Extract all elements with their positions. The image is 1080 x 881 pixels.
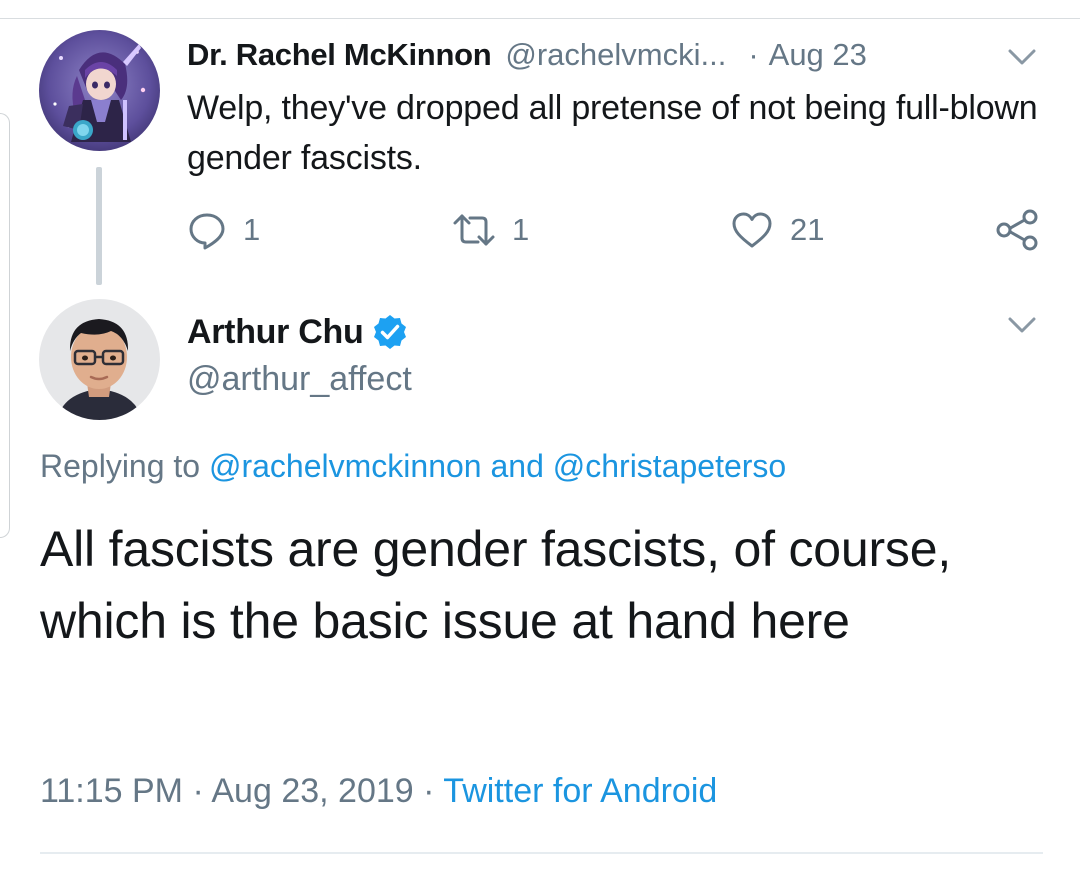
reply-tweet-text: All fascists are gender fascists, of cou… [40, 521, 952, 649]
tweet-metadata: 11:15 PM · Aug 23, 2019 · Twitter for An… [40, 767, 717, 815]
meta-separator: · [192, 772, 204, 810]
reply-tweet-handle[interactable]: @arthur_affect [187, 356, 412, 402]
parent-tweet-text: Welp, they've dropped all pretense of no… [187, 89, 1038, 177]
share-button[interactable] [994, 205, 1040, 255]
reply-tweet-display-name[interactable]: Arthur Chu [187, 313, 364, 352]
retweet-count: 1 [512, 212, 530, 247]
replying-to-prefix: Replying to [40, 448, 201, 484]
reply-icon [189, 213, 225, 250]
tweet-source-link[interactable]: Twitter for Android [443, 772, 717, 810]
share-icon [996, 209, 1038, 251]
reply-count: 1 [243, 212, 261, 247]
chevron-down-icon [1008, 317, 1036, 333]
parent-tweet-separator: · [748, 37, 759, 72]
person-photo-avatar-icon [39, 299, 160, 420]
replying-to-user-link[interactable]: @rachelvmckinnon [209, 448, 482, 484]
verified-badge-icon [374, 315, 407, 349]
reply-tweet-menu-button[interactable] [1002, 310, 1042, 340]
bottom-divider [40, 852, 1043, 854]
parent-tweet-menu-button[interactable] [1002, 42, 1042, 72]
tweet-date[interactable]: Aug 23, 2019 [211, 772, 413, 810]
card-edge [0, 113, 10, 538]
thread-connector-line [96, 167, 102, 285]
like-count: 21 [790, 212, 825, 247]
meta-separator: · [423, 772, 435, 810]
parent-tweet-handle[interactable]: @rachelvmcki... [505, 37, 726, 73]
replying-to-and[interactable]: and [490, 448, 543, 484]
retweet-icon [453, 214, 495, 246]
reply-tweet-name-row: Arthur Chu [187, 307, 409, 357]
parent-tweet-avatar[interactable] [39, 30, 160, 151]
reply-tweet-avatar[interactable] [39, 299, 160, 420]
reply-button[interactable]: 1 [187, 205, 260, 255]
parent-tweet-display-name[interactable]: Dr. Rachel McKinnon [187, 37, 492, 73]
parent-tweet-date[interactable]: Aug 23 [769, 37, 867, 73]
tweet-time[interactable]: 11:15 PM [40, 772, 183, 810]
parent-tweet-header: Dr. Rachel McKinnon @rachelvmcki... · Au… [187, 30, 867, 80]
heart-icon [732, 212, 772, 248]
replying-to-line: Replying to @rachelvmckinnon and @christ… [40, 444, 786, 488]
chevron-down-icon [1008, 49, 1036, 65]
replying-to-user-link[interactable]: @christapeterso [553, 448, 786, 484]
retweet-button[interactable]: 1 [452, 205, 529, 255]
like-button[interactable]: 21 [730, 205, 824, 255]
anime-character-avatar-icon [39, 30, 160, 151]
top-divider [0, 18, 1080, 19]
